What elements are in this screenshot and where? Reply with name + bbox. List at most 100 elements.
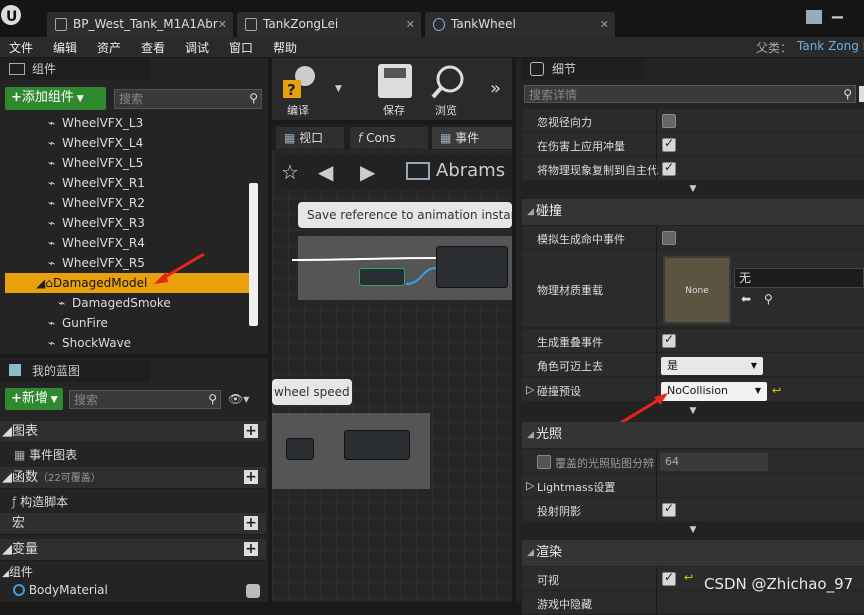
graph-wires <box>291 257 437 285</box>
section-lighting[interactable]: ◢ 光照 <box>522 422 864 448</box>
ignore-radial-force-checkbox[interactable] <box>662 114 676 128</box>
component-item[interactable]: ⌁ WheelVFX_L5 <box>0 153 262 173</box>
reset-default-icon[interactable]: ↩ <box>684 571 693 584</box>
component-label: WheelVFX_L3 <box>62 116 144 130</box>
body-material-variable[interactable]: BodyMaterial <box>13 583 108 597</box>
details-search-input[interactable]: 搜索详情 ⚲ <box>524 85 856 103</box>
minimize-button[interactable]: ▁ <box>832 3 843 19</box>
construction-script-item[interactable]: ƒ 构造脚本 <box>12 493 68 510</box>
close-icon[interactable]: ✕ <box>600 12 609 37</box>
forward-arrow-icon[interactable]: ▶ <box>360 160 375 184</box>
lightmap-resolution-input[interactable]: 64 <box>660 453 768 471</box>
comment-bubble[interactable]: Save reference to animation instanc <box>298 202 512 228</box>
new-button[interactable]: +新增 ▼ <box>5 388 63 410</box>
tab-tankwheel[interactable]: TankWheel ✕ <box>425 12 615 37</box>
component-item[interactable]: ⌁ ShockWave <box>0 333 262 353</box>
browse-label: 浏览 <box>435 104 457 117</box>
row-cast-shadow: 投射阴影 <box>522 498 864 522</box>
section-macros[interactable]: 宏 + <box>0 513 266 535</box>
browse-button[interactable] <box>430 64 466 100</box>
component-item[interactable]: ⌁ GunFire <box>0 313 262 333</box>
particle-icon: ⌁ <box>48 196 56 210</box>
menu-edit[interactable]: 编辑 <box>53 39 77 56</box>
menu-file[interactable]: 文件 <box>9 39 33 56</box>
menu-assets[interactable]: 资产 <box>97 39 121 56</box>
menu-help[interactable]: 帮助 <box>273 39 297 56</box>
add-component-button[interactable]: +添加组件 ▼ <box>5 87 106 110</box>
tab-bp-west-tank[interactable]: BP_West_Tank_M1A1Abr ✕ <box>47 12 233 37</box>
material-thumbnail[interactable]: None <box>663 256 731 324</box>
expand-arrow-icon[interactable]: ▷ <box>526 383 534 396</box>
step-up-select[interactable]: 是 <box>661 357 763 375</box>
component-label: WheelVFX_L5 <box>62 156 144 170</box>
expand-lighting-advanced[interactable]: ▼ <box>522 524 864 536</box>
variable-type-icon[interactable] <box>246 584 260 598</box>
browse-asset-icon[interactable]: ⚲ <box>764 292 773 306</box>
menu-debug[interactable]: 调试 <box>185 39 209 56</box>
tab-tankzonglei[interactable]: TankZongLei ✕ <box>237 12 421 37</box>
component-label: WheelVFX_R5 <box>62 256 145 270</box>
replicate-physics-checkbox[interactable] <box>662 160 676 176</box>
reset-default-icon[interactable]: ↩ <box>772 384 781 397</box>
component-item[interactable]: ◢⌂ DamagedModel <box>5 273 252 293</box>
graph-node[interactable] <box>286 438 314 460</box>
graduation-cap-icon[interactable] <box>806 10 822 24</box>
back-arrow-icon[interactable]: ◀ <box>318 160 333 184</box>
component-item[interactable]: ⌁ WheelVFX_L3 <box>0 113 262 133</box>
section-rendering[interactable]: ◢ 渲染 <box>522 540 864 566</box>
section-graphs[interactable]: ◢图表 + <box>0 421 266 443</box>
eye-icon[interactable]: 👁▾ <box>228 392 249 406</box>
details-options-icon[interactable] <box>859 86 864 102</box>
component-item[interactable]: ⌁ DamagedSmoke <box>0 293 262 313</box>
star-icon[interactable]: ☆ <box>281 160 299 184</box>
parent-class-link[interactable]: Tank Zong L <box>797 39 864 53</box>
components-category[interactable]: ◢组件 <box>2 563 33 580</box>
tab-construction[interactable]: f Cons <box>350 127 428 149</box>
close-icon[interactable]: ✕ <box>406 12 415 37</box>
section-variables[interactable]: ◢变量 + <box>0 539 266 561</box>
close-icon[interactable]: ✕ <box>218 12 227 37</box>
components-scrollbar[interactable] <box>249 183 258 326</box>
component-item[interactable]: ⌁ WheelVFX_L4 <box>0 133 262 153</box>
unreal-logo-icon[interactable]: U <box>0 2 24 28</box>
component-item[interactable]: ⌁ WheelVFX_R3 <box>0 213 262 233</box>
menu-window[interactable]: 窗口 <box>229 39 253 56</box>
event-graph-item[interactable]: ▦ 事件图表 <box>14 446 77 463</box>
save-button[interactable] <box>378 64 412 98</box>
compile-button[interactable]: ? <box>281 62 317 100</box>
expand-arrow-icon[interactable]: ▷ <box>526 479 534 492</box>
expand-advanced-button[interactable]: ▼ <box>522 183 864 195</box>
blueprint-search-input[interactable]: 搜索 ⚲ <box>69 390 221 409</box>
more-tools-icon[interactable]: » <box>490 78 501 99</box>
overlap-events-checkbox[interactable] <box>662 332 676 348</box>
cast-shadow-checkbox[interactable] <box>662 501 676 517</box>
compile-dropdown-icon[interactable]: ▼ <box>335 84 342 94</box>
apply-impulse-checkbox[interactable] <box>662 136 676 152</box>
override-lightmap-checkbox[interactable] <box>537 455 551 469</box>
search-icon: ⚲ <box>208 392 217 406</box>
menu-view[interactable]: 查看 <box>141 39 165 56</box>
tab-event-graph[interactable]: ▦ 事件 <box>432 127 512 149</box>
visible-checkbox[interactable] <box>662 570 676 586</box>
component-item[interactable]: ⌁ WheelVFX_R5 <box>0 253 262 273</box>
add-variable-button[interactable]: + <box>244 542 258 556</box>
component-item[interactable]: ⌁ WheelVFX_R1 <box>0 173 262 193</box>
use-asset-arrow-icon[interactable]: ⬅ <box>741 292 751 306</box>
graph-node[interactable] <box>344 430 410 460</box>
components-icon <box>9 63 25 75</box>
collision-preset-select[interactable]: NoCollision <box>661 382 767 401</box>
components-search-input[interactable]: 搜索 ⚲ <box>114 89 262 109</box>
expand-collision-advanced[interactable]: ▼ <box>522 405 864 417</box>
comment-bubble-wheel-speed[interactable]: wheel speed <box>272 379 352 405</box>
phys-material-value[interactable]: 无 <box>734 268 864 288</box>
section-functions[interactable]: ◢函数（22可覆盖） + <box>0 467 266 489</box>
sim-hit-events-checkbox[interactable] <box>662 231 676 245</box>
add-function-button[interactable]: + <box>244 470 258 484</box>
add-macro-button[interactable]: + <box>244 516 258 530</box>
component-item[interactable]: ⌁ WheelVFX_R4 <box>0 233 262 253</box>
section-collision[interactable]: ◢ 碰撞 <box>522 199 864 225</box>
component-item[interactable]: ⌁ WheelVFX_R2 <box>0 193 262 213</box>
parent-class-label: 父类： <box>756 41 793 55</box>
add-graph-button[interactable]: + <box>244 424 258 438</box>
tab-viewport[interactable]: ▦ 视口 <box>276 127 344 149</box>
